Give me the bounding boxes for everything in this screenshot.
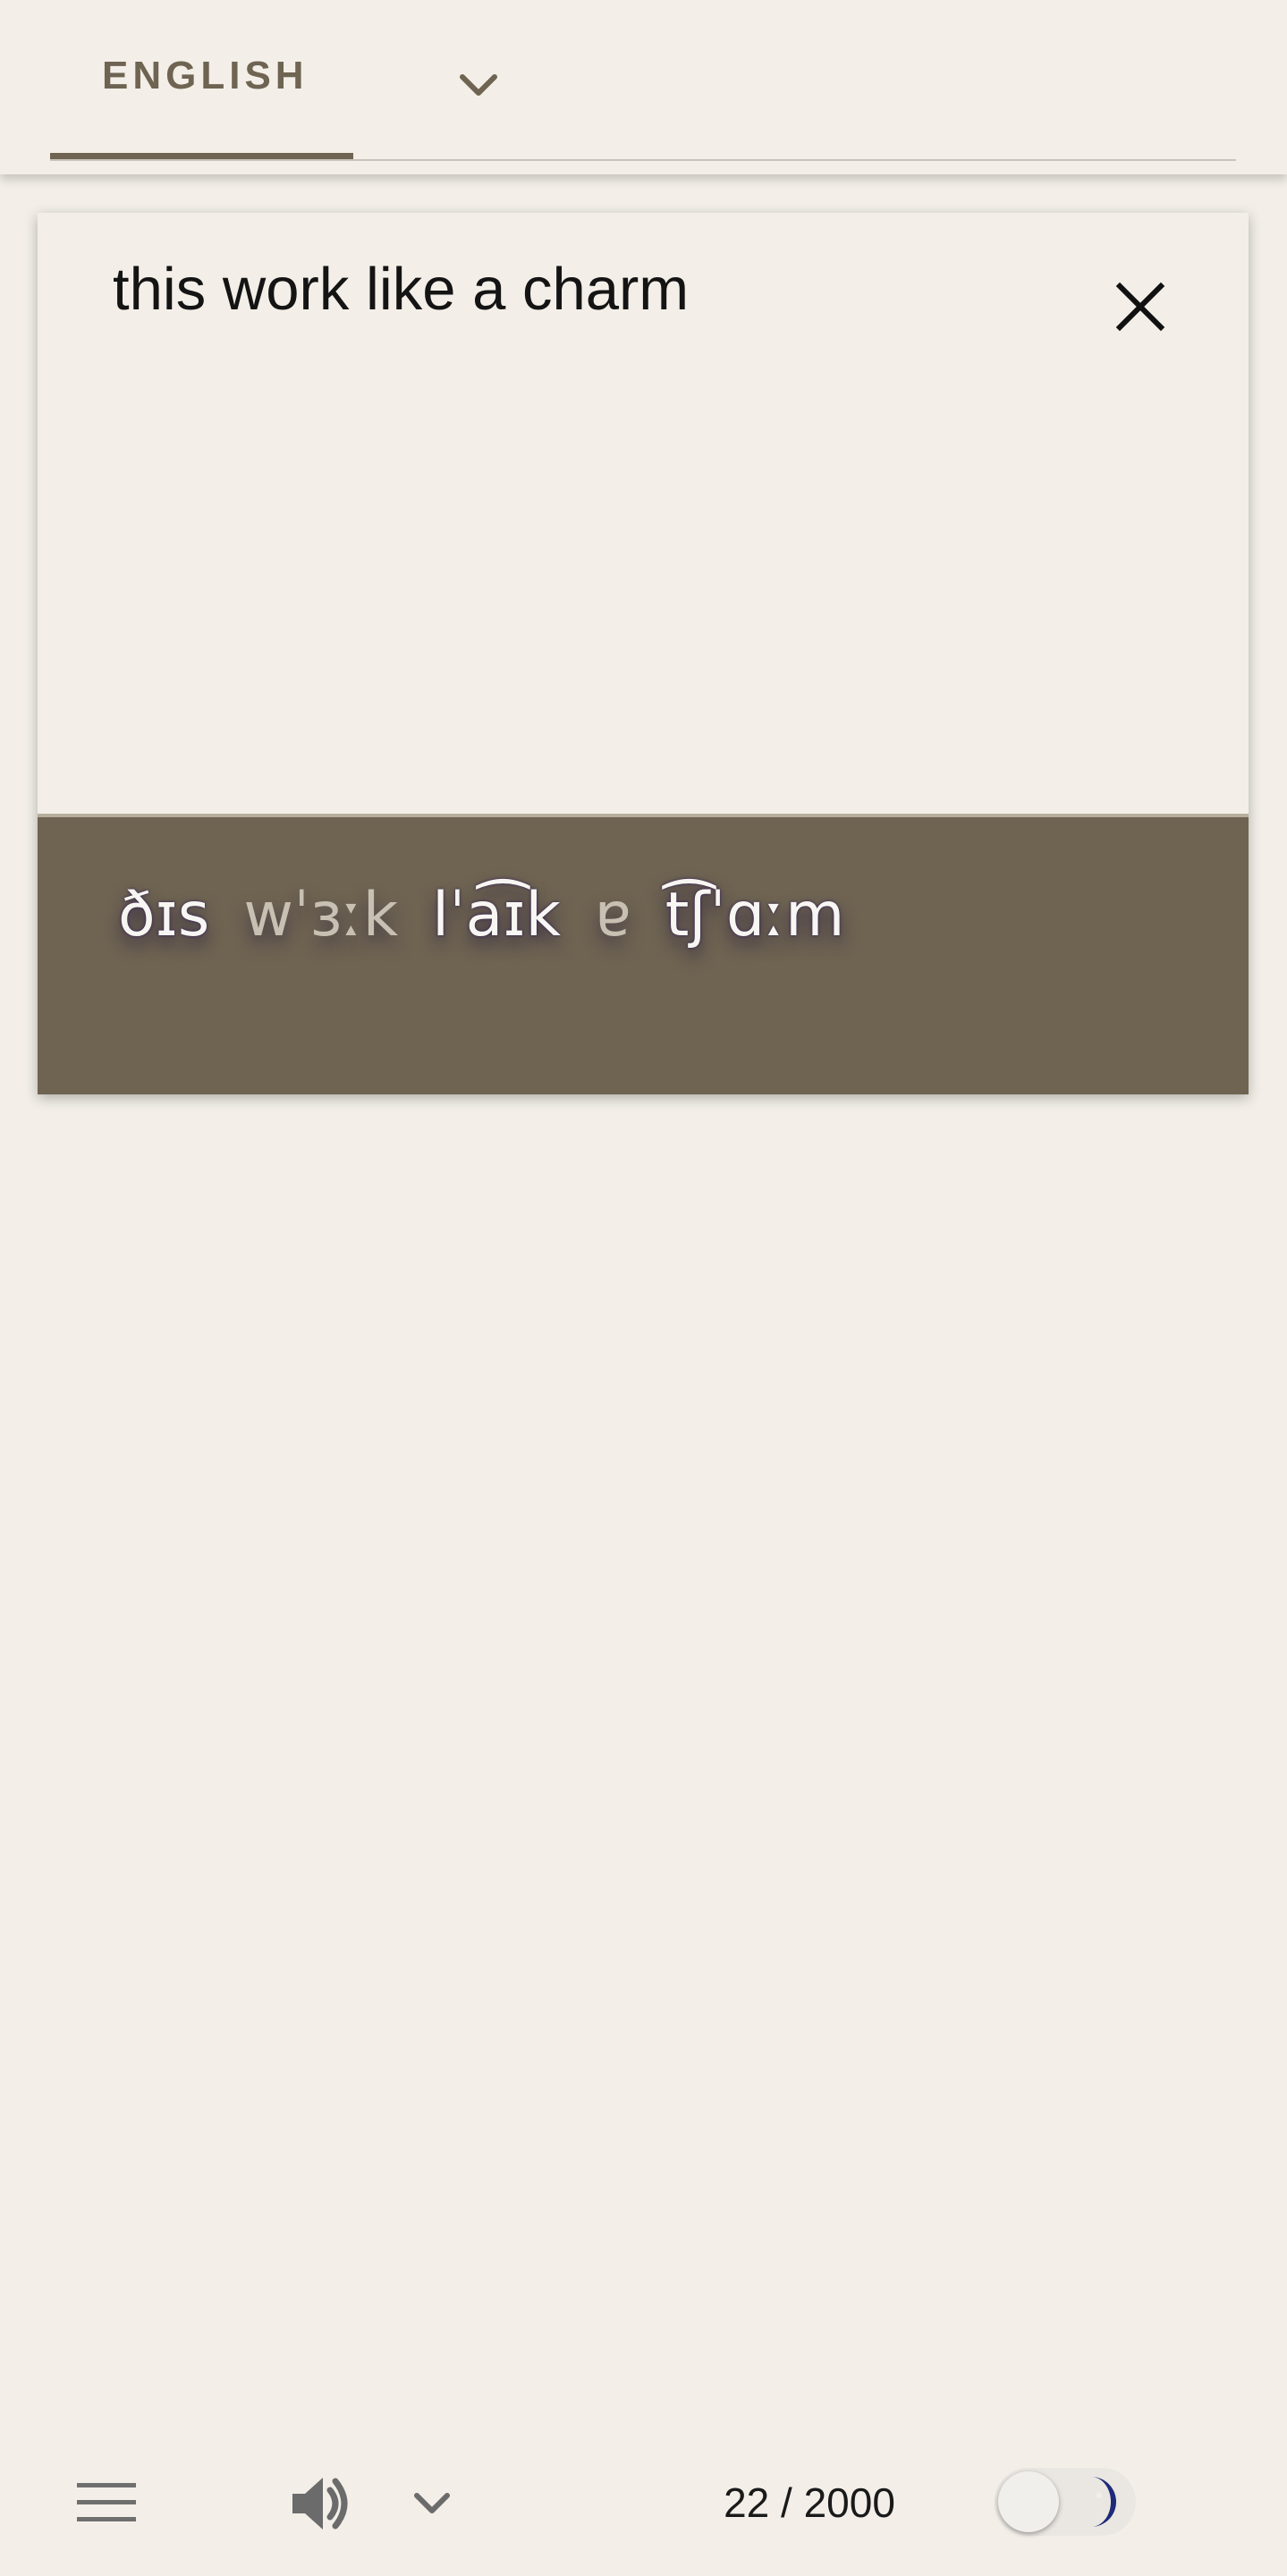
transcription-card: this work like a charm ðɪs wˈɜːk lˈa͡ɪk …: [38, 213, 1249, 1094]
speak-button[interactable]: [284, 2466, 360, 2541]
speaker-icon: [292, 2478, 348, 2530]
tab-baseline: [50, 159, 1236, 161]
ipa-word[interactable]: t͡ʃˈɑːm: [665, 880, 845, 950]
character-counter: 22 / 2000: [724, 2479, 895, 2526]
clear-button[interactable]: [1102, 268, 1179, 345]
chevron-down-icon: [414, 2493, 450, 2513]
ipa-word[interactable]: wˈɜːk: [243, 880, 398, 950]
ipa-word[interactable]: ðɪs: [118, 880, 209, 950]
hamburger-menu-icon: [77, 2483, 136, 2521]
language-header: ENGLISH: [0, 0, 1287, 174]
menu-button[interactable]: [70, 2471, 143, 2534]
input-text[interactable]: this work like a charm: [113, 254, 1096, 325]
ipa-word[interactable]: lˈa͡ɪk: [432, 880, 561, 950]
language-label: ENGLISH: [102, 54, 309, 97]
language-tab[interactable]: ENGLISH: [50, 0, 353, 159]
text-input-area[interactable]: this work like a charm: [38, 213, 1249, 814]
bottom-toolbar: 22 / 2000: [0, 2414, 1287, 2576]
voice-dropdown-button[interactable]: [402, 2477, 461, 2530]
close-icon: [1115, 282, 1165, 332]
chevron-down-icon: [460, 74, 497, 96]
ipa-word[interactable]: ɐ: [595, 880, 631, 950]
ipa-output-area: ðɪs wˈɜːk lˈa͡ɪk ɐ t͡ʃˈɑːm: [38, 817, 1249, 1094]
ipa-transcription: ðɪs wˈɜːk lˈa͡ɪk ɐ t͡ʃˈɑːm: [118, 880, 844, 950]
language-dropdown-button[interactable]: [445, 59, 512, 113]
moon-icon: [1091, 2477, 1116, 2527]
dark-mode-toggle[interactable]: [995, 2468, 1136, 2536]
toggle-knob[interactable]: [998, 2471, 1059, 2532]
language-tab-indicator: [50, 153, 353, 159]
